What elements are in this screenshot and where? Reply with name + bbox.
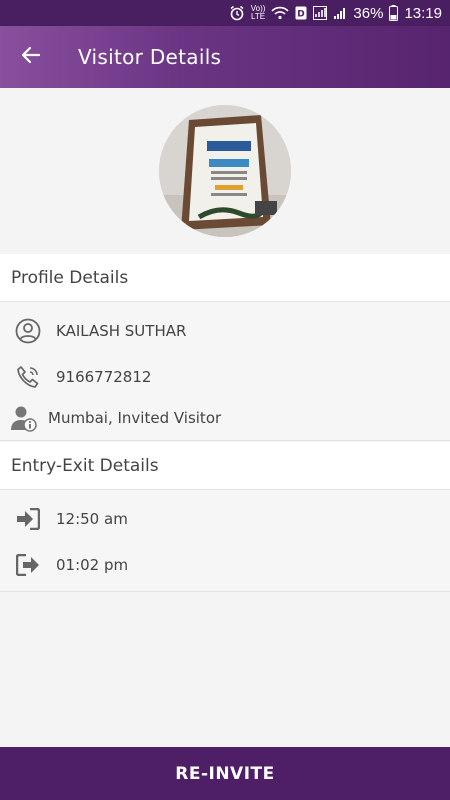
visitor-location-row: Mumbai, Invited Visitor	[0, 398, 450, 438]
profile-details-card: KAILASH SUTHAR 9166772812 Mumbai, Invite…	[0, 301, 450, 441]
signal-icon	[313, 6, 328, 20]
entry-time-row: 12:50 am	[0, 499, 450, 539]
back-button[interactable]	[0, 26, 62, 88]
section-title: Entry-Exit Details	[11, 456, 159, 476]
arrow-left-icon	[21, 45, 41, 69]
entry-exit-details-card: 12:50 am 01:02 pm	[0, 489, 450, 592]
app-bar: Visitor Details	[0, 26, 450, 88]
visitor-photo[interactable]	[159, 105, 291, 237]
svg-text:D: D	[298, 10, 305, 20]
reinvite-button[interactable]: RE-INVITE	[0, 747, 450, 800]
volte-icon: Vo)) LTE	[251, 5, 266, 21]
exit-time: 01:02 pm	[56, 556, 129, 574]
sign-in-icon	[0, 508, 56, 530]
page-title: Visitor Details	[78, 45, 222, 69]
battery-percent: 36%	[353, 4, 384, 22]
status-bar: Vo)) LTE D 36% 13:19	[0, 0, 450, 26]
avatar-section	[0, 88, 450, 254]
status-time: 13:19	[404, 4, 442, 22]
entry-time: 12:50 am	[56, 510, 128, 528]
battery-icon	[389, 5, 399, 21]
exit-time-row: 01:02 pm	[0, 545, 450, 585]
entry-exit-details-header: Entry-Exit Details	[0, 442, 450, 490]
visitor-info-icon	[0, 404, 48, 432]
visitor-phone: 9166772812	[56, 368, 152, 386]
visitor-phone-row[interactable]: 9166772812	[0, 357, 450, 397]
sign-out-icon	[0, 554, 56, 576]
profile-details-header: Profile Details	[0, 254, 450, 302]
alarm-icon	[229, 5, 245, 21]
section-title: Profile Details	[11, 268, 129, 288]
person-circle-icon	[0, 318, 56, 344]
wifi-icon	[271, 6, 290, 20]
lte-label: LTE	[251, 12, 266, 21]
signal-bars-icon	[333, 6, 347, 20]
visitor-name: KAILASH SUTHAR	[56, 322, 187, 340]
phone-icon	[0, 364, 56, 390]
data-icon: D	[295, 6, 307, 20]
visitor-name-row: KAILASH SUTHAR	[0, 311, 450, 351]
visitor-location-type: Mumbai, Invited Visitor	[48, 409, 222, 427]
